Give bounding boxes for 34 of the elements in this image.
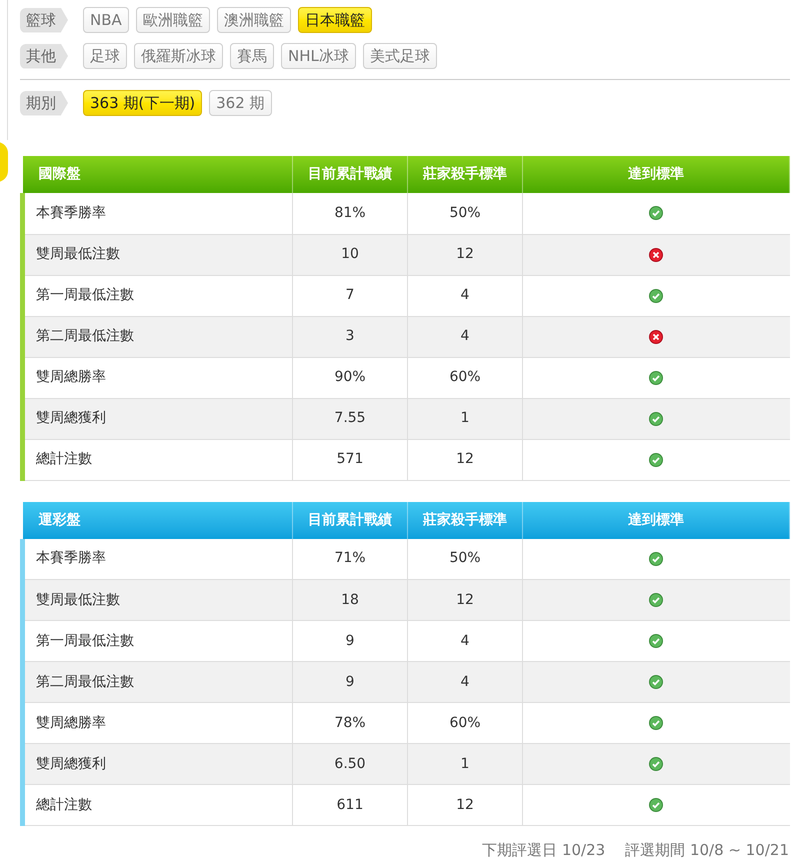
filter-chip[interactable]: NHL冰球	[281, 43, 356, 69]
table-cell: 7.55	[292, 398, 408, 439]
filter-chip[interactable]: 362 期	[209, 90, 272, 116]
table-cell: 571	[292, 439, 408, 480]
table-cell: 81%	[292, 193, 408, 234]
filter-label: 籃球	[20, 8, 68, 32]
filter-chip[interactable]: 日本職籃	[298, 7, 372, 33]
filter-chip[interactable]: 賽馬	[230, 43, 274, 69]
filter-chip[interactable]: 足球	[83, 43, 127, 69]
footer-text: 下期評選日 10/23	[482, 840, 606, 858]
row-label: 總計注數	[22, 784, 292, 826]
row-label: 總計注數	[22, 439, 292, 480]
table-cell: 7	[292, 275, 408, 316]
filter-chip[interactable]: 歐洲職籃	[136, 7, 210, 33]
footer-text: 評選期間 10/8 ~ 10/21	[625, 840, 789, 858]
table-cell: 1	[408, 398, 522, 439]
table-cell: 4	[408, 275, 522, 316]
table-cell: 12	[408, 784, 522, 826]
filter-chip[interactable]: 美式足球	[362, 43, 437, 69]
table-cell: 90%	[292, 357, 408, 398]
table-cell: 50%	[408, 193, 522, 234]
filter-chip[interactable]: NBA	[83, 7, 129, 33]
filter-label: 期別	[20, 90, 68, 116]
table-cell: 10	[292, 234, 408, 275]
table-cell: 611	[292, 784, 408, 826]
filter-chip[interactable]: 363 期(下一期)	[83, 90, 202, 116]
filter-chip[interactable]: 俄羅斯冰球	[134, 43, 223, 69]
table-cell: 4	[408, 316, 522, 357]
table-cell: 12	[408, 234, 522, 275]
filter-label: 其他	[20, 44, 68, 68]
table-cell: 60%	[408, 357, 522, 398]
table-cell: 3	[292, 316, 408, 357]
table-cell: 12	[408, 439, 522, 480]
filter-chip[interactable]: 澳洲職籃	[216, 7, 291, 33]
